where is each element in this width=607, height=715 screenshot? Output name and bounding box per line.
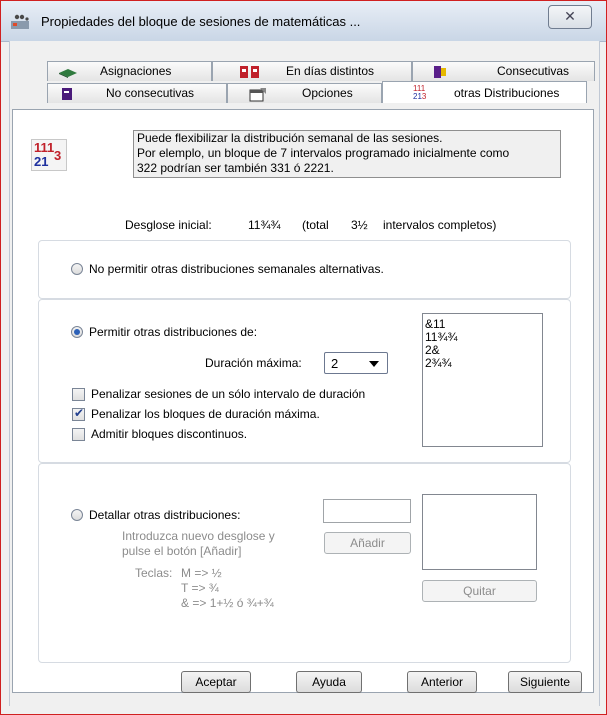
info-line: Puede flexibilizar la distribución seman… [137, 131, 443, 145]
key-hint: M => ½ [181, 566, 222, 580]
icon-text: 21 [34, 154, 49, 169]
hint-text: Introduzca nuevo desglose y [122, 529, 275, 543]
radio-detallar[interactable] [71, 509, 83, 521]
desglose-input[interactable] [323, 499, 411, 523]
non-consecutive-icon [62, 88, 72, 100]
desglose-total-suffix: intervalos completos) [383, 218, 497, 232]
next-button[interactable]: Siguiente [508, 671, 582, 693]
button-label: Anterior [420, 675, 464, 689]
tab-en-dias-distintos[interactable]: En días distintos [212, 61, 412, 81]
checkbox-penalizar-bloques[interactable]: ✔ [72, 406, 85, 421]
tab-row-front: No consecutivas Opciones 111 213 otras Di… [10, 81, 595, 103]
window-title: Propiedades del bloque de sesiones de ma… [41, 14, 361, 29]
tab-row-back: Asignaciones En días distintos Consecuti… [10, 61, 595, 81]
radio-no-permitir[interactable] [71, 263, 83, 275]
accept-button[interactable]: Aceptar [181, 671, 251, 693]
tab-label: Asignaciones [100, 64, 172, 78]
button-label: Añadir [350, 536, 385, 550]
tab-label: Opciones [302, 86, 353, 100]
tab-label: otras Distribuciones [454, 86, 560, 100]
info-line: Por elemplo, un bloque de 7 intervalos p… [137, 146, 510, 160]
max-duration-label: Duración máxima: [205, 356, 302, 370]
dialog-client: Asignaciones En días distintos Consecuti… [9, 41, 600, 706]
desglose-value: 11¾¾ [248, 218, 281, 232]
distribution-icon: 111 213 [413, 84, 427, 101]
key-hint: T => ¾ [181, 581, 219, 595]
desglose-total-label: (total [302, 218, 329, 232]
info-text-box: Puede flexibilizar la distribución seman… [133, 130, 561, 178]
tab-label: No consecutivas [106, 86, 195, 100]
title-bar[interactable]: Propiedades del bloque de sesiones de ma… [1, 1, 606, 42]
remove-button[interactable]: Quitar [422, 580, 537, 602]
tab-label: En días distintos [286, 64, 375, 78]
tab-consecutivas[interactable]: Consecutivas [412, 61, 595, 81]
checkmark-icon: ✔ [74, 406, 85, 420]
checkbox-label: Penalizar sesiones de un sólo intervalo … [91, 387, 366, 401]
list-item[interactable]: 2¾¾ [425, 357, 542, 370]
close-icon: ✕ [564, 8, 576, 24]
distribution-icon: 111 3 21 [31, 139, 67, 171]
select-value: 2 [331, 356, 339, 371]
help-button[interactable]: Ayuda [296, 671, 362, 693]
group-no-permitir: No permitir otras distribuciones semanal… [38, 240, 571, 299]
checkbox-penalizar-sesiones[interactable] [72, 388, 85, 401]
group-permitir: Permitir otras distribuciones de: Duraci… [38, 299, 571, 463]
button-label: Ayuda [312, 675, 346, 689]
icon-text: 111 [34, 140, 55, 155]
tab-asignaciones[interactable]: Asignaciones [47, 61, 212, 81]
hint-text: pulse el botón [Añadir] [122, 544, 242, 558]
dialog-window: Propiedades del bloque de sesiones de ma… [0, 0, 607, 715]
custom-distributions-list[interactable] [422, 494, 537, 570]
checkbox-admitir-discontinuos[interactable] [72, 428, 85, 441]
key-hint: & => 1+½ ó ¾+¾ [181, 596, 274, 610]
icon-text: 3 [54, 148, 62, 163]
radio-label: Detallar otras distribuciones: [89, 508, 241, 522]
book-icon [59, 69, 77, 78]
button-label: Aceptar [195, 675, 237, 689]
consecutive-icon [434, 66, 446, 78]
checkbox-label: Admitir bloques discontinuos. [91, 427, 248, 441]
distributions-list[interactable]: &11 11¾¾ 2& 2¾¾ [422, 313, 543, 447]
desglose-label: Desglose inicial: [125, 218, 212, 232]
list-item[interactable]: 11¾¾ [425, 331, 542, 344]
calendar-split-icon [240, 66, 259, 78]
button-label: Quitar [463, 584, 496, 598]
tab-otras-distribuciones[interactable]: 111 213 otras Distribuciones [382, 81, 587, 103]
max-duration-select[interactable]: 2 [324, 352, 388, 374]
chevron-down-icon [369, 361, 379, 367]
info-line: 322 podrían ser también 331 ó 2221. [137, 161, 334, 175]
group-detallar: Detallar otras distribuciones: Introduzc… [38, 463, 571, 663]
close-button[interactable]: ✕ [548, 5, 592, 29]
tab-no-consecutivas[interactable]: No consecutivas [47, 83, 227, 103]
tab-panel: 111 3 21 Puede flexibilizar la distribuc… [12, 109, 594, 693]
button-label: Siguiente [519, 675, 571, 689]
radio-label: No permitir otras distribuciones semanal… [89, 262, 384, 276]
add-button[interactable]: Añadir [324, 532, 411, 554]
app-icon [11, 14, 29, 29]
checkbox-label: Penalizar los bloques de duración máxima… [91, 407, 320, 421]
teclas-label: Teclas: [135, 566, 173, 580]
radio-label: Permitir otras distribuciones de: [89, 325, 258, 339]
options-icon [249, 88, 266, 102]
tab-opciones[interactable]: Opciones [227, 83, 382, 103]
tab-label: Consecutivas [497, 64, 570, 78]
previous-button[interactable]: Anterior [407, 671, 477, 693]
desglose-total-value: 3½ [351, 218, 368, 232]
radio-permitir[interactable] [71, 326, 83, 338]
